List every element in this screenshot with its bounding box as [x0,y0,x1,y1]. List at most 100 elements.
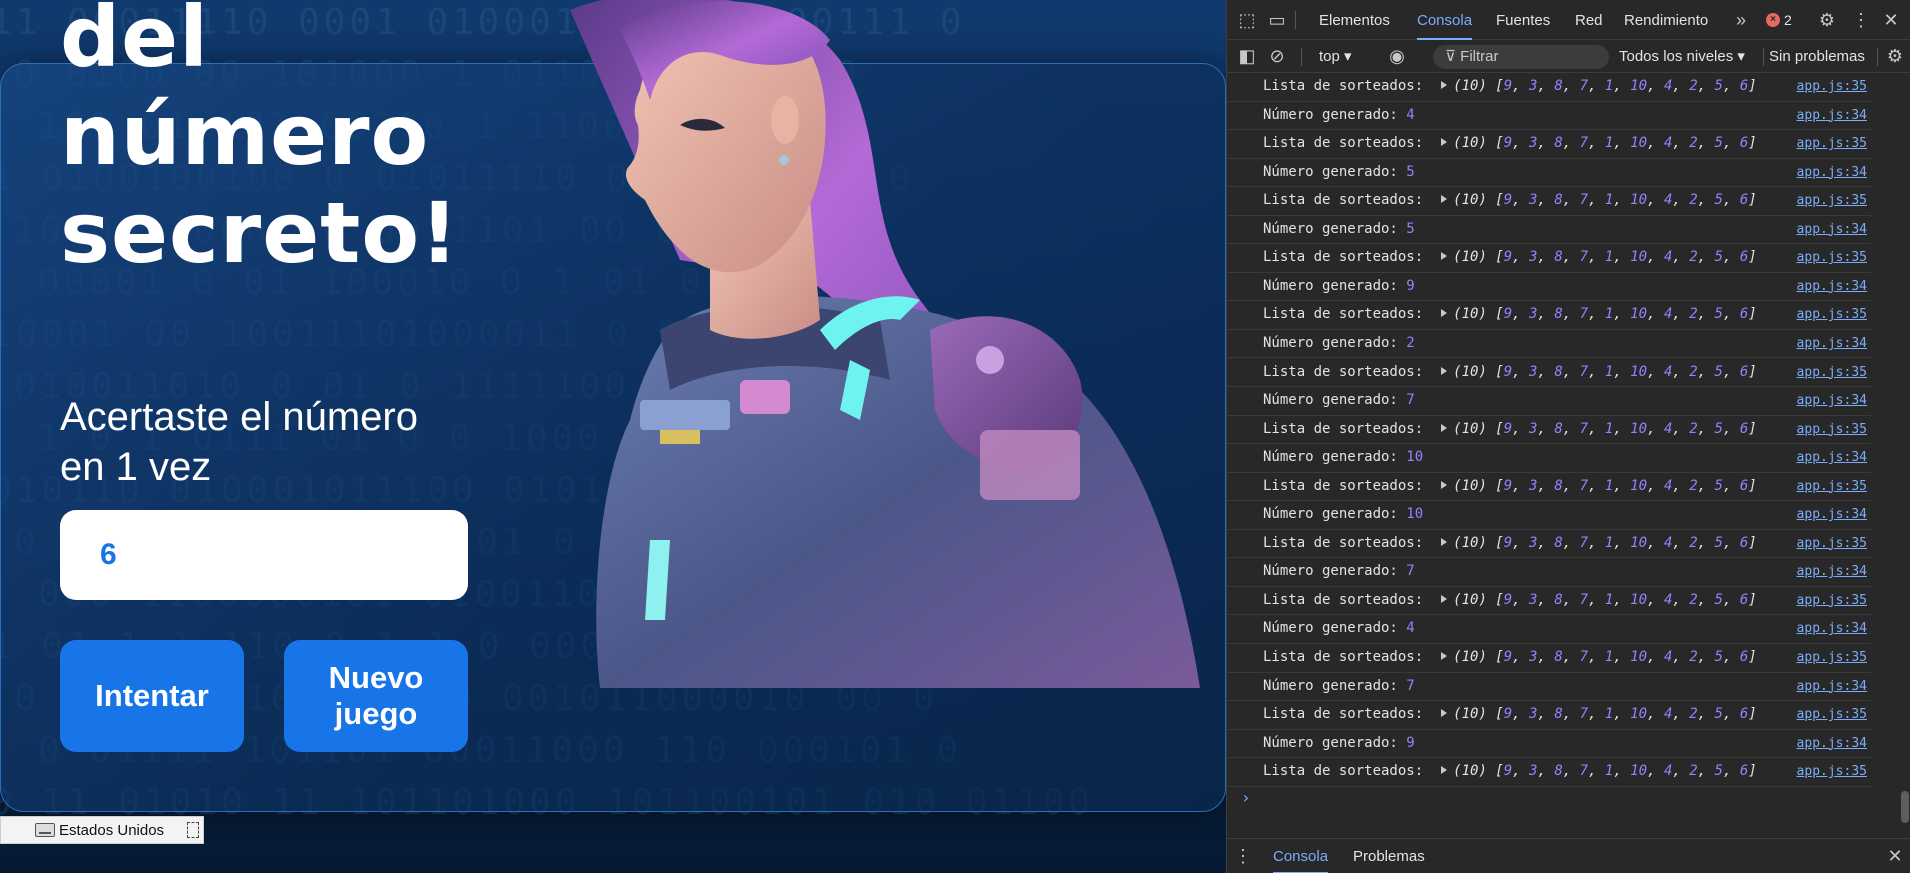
log-row-list[interactable]: Lista de sorteados: (10) [9, 3, 8, 7, 1, … [1227,587,1871,616]
source-link[interactable]: app.js:34 [1797,450,1867,465]
tab-consola[interactable]: Consola [1417,0,1473,40]
log-row-list[interactable]: Lista de sorteados: (10) [9, 3, 8, 7, 1, … [1227,301,1871,330]
source-link[interactable]: app.js:35 [1797,193,1867,208]
log-row-number[interactable]: Número generado: 5 app.js:34 [1227,159,1871,188]
log-row-number[interactable]: Número generado: 9 app.js:34 [1227,273,1871,302]
context-select[interactable]: top ▾ [1319,46,1352,68]
log-row-number[interactable]: Número generado: 7 app.js:34 [1227,558,1871,587]
array-item: 1 [1604,534,1614,551]
source-link[interactable]: app.js:35 [1797,764,1867,779]
device-toolbar-icon[interactable]: ▭ [1263,0,1291,40]
source-link[interactable]: app.js:34 [1797,736,1867,751]
log-row-list[interactable]: Lista de sorteados: (10) [9, 3, 8, 7, 1, … [1227,359,1871,387]
generated-number: 5 [1406,163,1415,180]
source-link[interactable]: app.js:35 [1797,479,1867,494]
log-row-list[interactable]: Lista de sorteados: (10) [9, 3, 8, 7, 1, … [1227,758,1871,787]
eye-icon[interactable]: ◉ [1383,36,1411,76]
source-link[interactable]: app.js:34 [1797,679,1867,694]
source-link[interactable]: app.js:35 [1797,650,1867,665]
log-row-list[interactable]: Lista de sorteados: (10) [9, 3, 8, 7, 1, … [1227,530,1871,559]
source-link[interactable]: app.js:34 [1797,279,1867,294]
expand-triangle-icon[interactable] [1441,652,1448,660]
log-row-list[interactable]: Lista de sorteados: (10) [9, 3, 8, 7, 1, … [1227,73,1871,102]
source-link[interactable]: app.js:35 [1797,365,1867,380]
source-link[interactable]: app.js:35 [1797,79,1867,94]
language-indicator[interactable]: Estados Unidos [0,816,204,844]
tab-red[interactable]: Red [1575,0,1603,40]
log-row-list[interactable]: Lista de sorteados: (10) [9, 3, 8, 7, 1, … [1227,701,1871,730]
console-settings-icon[interactable]: ⚙ [1881,36,1909,76]
log-row-list[interactable]: Lista de sorteados: (10) [9, 3, 8, 7, 1, … [1227,244,1871,273]
drawer-tab-problemas[interactable]: Problemas [1353,839,1425,873]
close-icon[interactable]: ✕ [1877,0,1905,40]
more-options-icon[interactable]: ⋮ [1847,0,1875,40]
source-link[interactable]: app.js:34 [1797,222,1867,237]
console-prompt[interactable]: › [1241,788,1251,807]
new-game-button[interactable]: Nuevo juego [284,640,468,752]
settings-icon[interactable]: ⚙ [1813,0,1841,40]
source-link[interactable]: app.js:35 [1797,536,1867,551]
log-row-list[interactable]: Lista de sorteados: (10) [9, 3, 8, 7, 1, … [1227,473,1871,502]
source-link[interactable]: app.js:34 [1797,393,1867,408]
source-link[interactable]: app.js:34 [1797,507,1867,522]
source-link[interactable]: app.js:35 [1797,422,1867,437]
filter-input[interactable]: ⊽ Filtrar [1433,45,1609,69]
log-row-number[interactable]: Número generado: 2 app.js:34 [1227,330,1871,359]
log-row-number[interactable]: Número generado: 7 app.js:34 [1227,387,1871,416]
more-tabs-icon[interactable]: » [1727,0,1755,40]
resize-icon[interactable] [187,822,199,838]
expand-triangle-icon[interactable] [1441,195,1448,204]
expand-triangle-icon[interactable] [1441,594,1448,603]
clear-console-icon[interactable]: ⊘ [1263,36,1291,76]
expand-triangle-icon[interactable] [1441,252,1448,261]
log-levels-select[interactable]: Todos los niveles ▾ [1619,46,1745,68]
source-link[interactable]: app.js:35 [1797,593,1867,608]
expand-triangle-icon[interactable] [1441,423,1448,432]
log-row-list[interactable]: Lista de sorteados: (10) [9, 3, 8, 7, 1, … [1227,187,1871,216]
log-row-list[interactable]: Lista de sorteados: (10) [9, 3, 8, 7, 1, … [1227,416,1871,445]
log-row-number[interactable]: Número generado: 4 app.js:34 [1227,102,1871,131]
log-row-number[interactable]: Número generado: 7 app.js:34 [1227,673,1871,702]
source-link[interactable]: app.js:34 [1797,336,1867,351]
source-link[interactable]: app.js:35 [1797,136,1867,151]
sidebar-toggle-icon[interactable]: ◧ [1233,36,1261,76]
expand-triangle-icon[interactable] [1441,709,1448,718]
log-row-number[interactable]: Número generado: 10 app.js:34 [1227,501,1871,530]
issues-link[interactable]: Sin problemas [1769,46,1865,68]
tab-elementos[interactable]: Elementos [1319,0,1390,40]
source-link[interactable]: app.js:34 [1797,564,1867,579]
source-link[interactable]: app.js:34 [1797,165,1867,180]
expand-triangle-icon[interactable] [1441,366,1448,375]
log-row-list[interactable]: Lista de sorteados: (10) [9, 3, 8, 7, 1, … [1227,130,1871,159]
source-link[interactable]: app.js:34 [1797,108,1867,123]
log-row-number[interactable]: Número generado: 5 app.js:34 [1227,216,1871,245]
tab-rendimiento[interactable]: Rendimiento [1624,0,1708,40]
error-count-badge[interactable]: × 2 [1766,10,1792,30]
source-link[interactable]: app.js:34 [1797,621,1867,636]
guess-input[interactable] [60,510,468,600]
log-row-list[interactable]: Lista de sorteados: (10) [9, 3, 8, 7, 1, … [1227,644,1871,673]
expand-triangle-icon[interactable] [1441,138,1448,147]
log-row-number[interactable]: Número generado: 4 app.js:34 [1227,615,1871,644]
source-link[interactable]: app.js:35 [1797,250,1867,265]
expand-triangle-icon[interactable] [1441,480,1448,489]
log-row-number[interactable]: Número generado: 9 app.js:34 [1227,730,1871,759]
expand-triangle-icon[interactable] [1441,537,1448,546]
expand-triangle-icon[interactable] [1441,309,1448,318]
tab-fuentes[interactable]: Fuentes [1496,0,1550,40]
message-line: en 1 vez [60,445,212,489]
inspect-element-icon[interactable]: ⬚ [1233,0,1261,40]
source-link[interactable]: app.js:35 [1797,307,1867,322]
drawer-close-icon[interactable]: ✕ [1881,836,1909,873]
array-item: 5 [1714,706,1723,723]
expand-triangle-icon[interactable] [1441,766,1448,775]
drawer-tab-consola[interactable]: Consola [1273,839,1329,873]
source-link[interactable]: app.js:35 [1797,707,1867,722]
devtools-drawer: ⋮ Consola Problemas ✕ [1227,838,1910,873]
drawer-menu-icon[interactable]: ⋮ [1229,836,1257,873]
expand-triangle-icon[interactable] [1441,81,1448,89]
log-row-number[interactable]: Número generado: 10 app.js:34 [1227,444,1871,473]
scrollbar-thumb[interactable] [1901,791,1909,823]
console-scrollbar[interactable] [1900,73,1910,833]
try-button[interactable]: Intentar [60,640,244,752]
